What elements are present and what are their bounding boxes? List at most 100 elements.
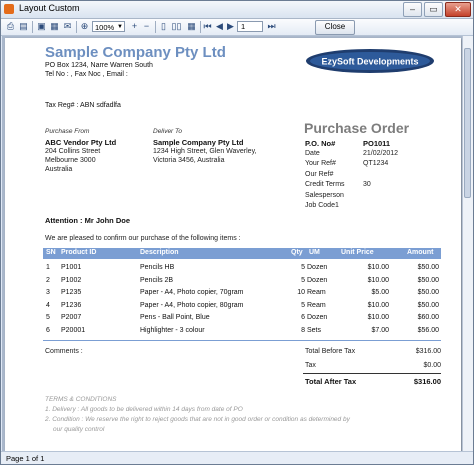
- save-icon[interactable]: ▣: [36, 21, 47, 32]
- toolbar: ⎙ ▤ ▣ ▦ ✉ ⊕ 100% ▼ + − ▯ ▯▯ ▦ ⏮ ◀ ▶ 1 ⏭ C…: [1, 19, 473, 36]
- company-contact: Tel No : , Fax Noc , Email :: [45, 71, 128, 78]
- cell-price: $10.00: [367, 314, 389, 321]
- comments-label: Comments :: [45, 348, 83, 355]
- cell-id: P1236: [61, 301, 82, 309]
- cell-id: P20001: [61, 326, 86, 334]
- cell-qty: 5: [301, 276, 305, 284]
- zoom-icon[interactable]: ⊕: [79, 21, 90, 32]
- column-header: Product ID: [61, 249, 97, 256]
- svg-text:EzySoft Developments: EzySoft Developments: [321, 57, 418, 67]
- column-header: Qty: [291, 249, 303, 256]
- deliver-to-label: Deliver To: [153, 128, 183, 135]
- multi-page-icon[interactable]: ▦: [186, 21, 197, 32]
- cell-sn: 5: [46, 314, 50, 321]
- last-page-icon[interactable]: ⏭: [266, 21, 277, 32]
- column-header: Description: [140, 249, 179, 256]
- vendor-name: ABC Vendor Pty Ltd: [45, 138, 117, 147]
- cell-desc: Paper - A4, Photo copier, 70gram: [140, 289, 244, 296]
- cell-qty: 8: [301, 326, 305, 334]
- cell-id: P1235: [61, 289, 82, 296]
- column-header: Unit Price: [341, 249, 374, 256]
- po-meta-label: Our Ref#: [305, 170, 334, 178]
- vertical-scrollbar[interactable]: [462, 36, 473, 451]
- attention: Attention : Mr John Doe: [45, 216, 130, 225]
- report-viewport[interactable]: Sample Company Pty Ltd PO Box 1234, Narr…: [2, 36, 463, 451]
- zoom-select[interactable]: 100% ▼: [92, 21, 125, 32]
- app-icon: [4, 4, 14, 14]
- minimize-button[interactable]: –: [403, 2, 422, 17]
- total-before-tax-value: $316.00: [415, 348, 441, 355]
- email-icon[interactable]: ✉: [62, 21, 73, 32]
- cell-um: Dozen: [307, 314, 328, 321]
- cell-desc: Pens - Ball Point, Blue: [140, 314, 210, 321]
- cell-amount: $50.00: [417, 264, 439, 271]
- tax-value: $0.00: [423, 362, 441, 369]
- zoom-in-icon[interactable]: +: [129, 21, 140, 32]
- table-row: 5 P2007 Pens - Ball Point, Blue 6 Dozen $10.0…: [43, 313, 441, 324]
- total-after-tax-value: $316.00: [413, 377, 441, 386]
- cell-amount: $60.00: [417, 314, 439, 321]
- maximize-button[interactable]: ▭: [424, 2, 443, 17]
- cell-desc: Pencils HB: [140, 264, 175, 271]
- print-icon[interactable]: ⎙: [5, 21, 16, 32]
- prev-page-icon[interactable]: ◀: [214, 21, 225, 32]
- table-row: 1 P1001 Pencils HB 5 Dozen $10.00 $50.00: [43, 263, 441, 274]
- cell-amount: $56.00: [417, 326, 439, 334]
- table-row: 4 P1236 Paper - A4, Photo copier, 80gram 5 R…: [43, 301, 441, 312]
- cell-desc: Highlighter - 3 colour: [140, 326, 205, 334]
- terms-line: our quality control: [53, 426, 105, 433]
- company-address: PO Box 1234, Narre Warren South: [45, 62, 153, 69]
- cell-id: P1002: [61, 276, 82, 284]
- purchase-from-label: Purchase From: [45, 128, 90, 135]
- zoom-out-icon[interactable]: −: [141, 21, 152, 32]
- total-divider: [303, 373, 441, 374]
- page-setup-icon[interactable]: ▤: [18, 21, 29, 32]
- column-header: SN: [46, 249, 56, 256]
- company-name: Sample Company Pty Ltd: [45, 44, 226, 61]
- deliver-address-line: Victoria 3456, Australia: [153, 157, 225, 164]
- report-window: Layout Custom – ▭ ✕ ⎙ ▤ ▣ ▦ ✉ ⊕ 100% ▼ + …: [0, 0, 474, 465]
- po-meta-value: 21/02/2012: [363, 149, 399, 157]
- two-page-icon[interactable]: ▯▯: [171, 21, 182, 32]
- column-header: Amount: [407, 249, 434, 256]
- window-close-button[interactable]: ✕: [445, 2, 471, 17]
- purchase-order-page: Sample Company Pty Ltd PO Box 1234, Narr…: [5, 38, 461, 451]
- cell-um: Sets: [307, 326, 322, 334]
- po-meta-label: Credit Terms: [305, 181, 345, 188]
- page-indicator: Page 1 of 1: [6, 454, 45, 463]
- po-meta-value: QT1234: [363, 160, 389, 167]
- table-row: 6 P20001 Highlighter - 3 colour 8 Sets $7.00 $…: [43, 326, 441, 337]
- cell-amount: $50.00: [417, 276, 439, 284]
- page-number-input[interactable]: 1: [237, 21, 263, 32]
- first-page-icon[interactable]: ⏮: [202, 21, 213, 32]
- cell-price: $10.00: [367, 276, 389, 284]
- cell-sn: 4: [46, 301, 50, 309]
- vendor-address-line: Australia: [45, 166, 73, 173]
- total-before-tax-label: Total Before Tax: [305, 348, 356, 355]
- po-meta-label: Your Ref#: [305, 160, 336, 167]
- terms-title: TERMS & CONDITIONS: [45, 396, 117, 403]
- export-icon[interactable]: ▦: [49, 21, 60, 32]
- po-meta-value: 30: [363, 181, 371, 188]
- tax-reg: Tax Reg# : ABN sdfadlfa: [45, 102, 121, 109]
- single-page-icon[interactable]: ▯: [158, 21, 169, 32]
- cell-qty: 10: [297, 289, 305, 296]
- cell-amount: $50.00: [417, 301, 439, 309]
- terms-line: 1. Delivery : All goods to be delivered …: [45, 406, 243, 413]
- cell-desc: Paper - A4, Photo copier, 80gram: [140, 301, 244, 309]
- table-row: 3 P1235 Paper - A4, Photo copier, 70gram 10…: [43, 288, 441, 299]
- vendor-address-line: 204 Collins Street: [45, 148, 101, 155]
- document-title: Purchase Order: [304, 120, 410, 136]
- close-button[interactable]: Close: [315, 20, 355, 35]
- next-page-icon[interactable]: ▶: [225, 21, 236, 32]
- cell-id: P1001: [61, 264, 82, 271]
- items-table-header: SN Product ID Description Qty UM Unit Pr…: [43, 248, 441, 259]
- po-meta-label: Salesperson: [305, 191, 344, 199]
- cell-qty: 5: [301, 264, 305, 271]
- scrollbar-thumb[interactable]: [464, 48, 471, 198]
- deliver-address-line: 1234 High Street, Glen Waverley,: [153, 148, 257, 155]
- intro-text: We are pleased to confirm our purchase o…: [45, 235, 241, 242]
- cell-amount: $50.00: [417, 289, 439, 296]
- po-meta-label: Job Code1: [305, 202, 339, 209]
- total-after-tax-label: Total After Tax: [305, 377, 357, 386]
